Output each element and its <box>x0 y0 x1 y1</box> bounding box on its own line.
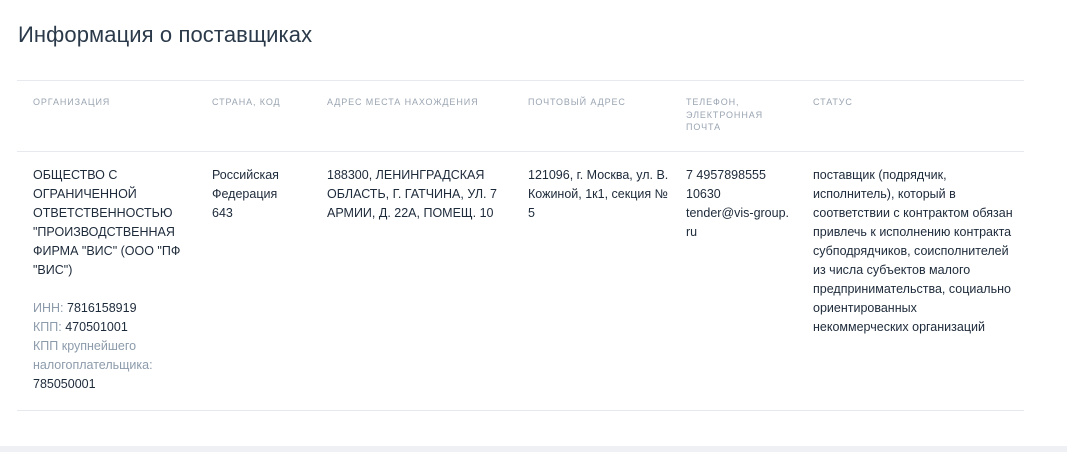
footer-band <box>0 446 1067 452</box>
section-title: Информация о поставщиках <box>18 22 313 47</box>
cell-status: поставщик (подрядчик, исполнитель), кото… <box>813 168 1013 334</box>
email: tender@vis-group.ru <box>686 206 790 239</box>
cell-postal-address: 121096, г. Москва, ул. В. Кожиной, 1к1, … <box>528 168 669 220</box>
kpp-line: КПП: 470501001 <box>33 318 183 337</box>
phone: 7 4957898555 10630 <box>686 168 766 201</box>
inn-value: 7816158919 <box>67 301 137 315</box>
organization-name: ОБЩЕСТВО С ОГРАНИЧЕННОЙ ОТВЕТСТВЕННОСТЬЮ… <box>33 168 181 277</box>
header-country: СТРАНА, КОД <box>212 97 281 107</box>
organization-details: ИНН: 7816158919 КПП: 470501001 КПП крупн… <box>33 299 183 394</box>
kpp-value: 470501001 <box>65 320 128 334</box>
cell-country: Российская Федерация 643 <box>212 166 307 223</box>
kpp-large-label: КПП крупнейшего налогоплательщика: <box>33 339 153 372</box>
header-location-address: АДРЕС МЕСТА НАХОЖДЕНИЯ <box>327 97 479 107</box>
country-name: Российская Федерация <box>212 168 279 201</box>
cell-location-address: 188300, ЛЕНИНГРАДСКАЯ ОБЛАСТЬ, Г. ГАТЧИН… <box>327 168 497 220</box>
header-contacts-line: ЭЛЕКТРОННАЯ <box>686 109 764 120</box>
header-contacts: ТЕЛЕФОН, ЭЛЕКТРОННАЯ ПОЧТА <box>686 96 791 134</box>
header-postal-address: ПОЧТОВЫЙ АДРЕС <box>528 97 626 107</box>
kpp-label: КПП: <box>33 320 62 334</box>
inn-line: ИНН: 7816158919 <box>33 299 183 318</box>
header-organization: ОРГАНИЗАЦИЯ <box>33 97 111 107</box>
header-contacts-line: ПОЧТА <box>686 122 721 132</box>
kpp-large-value: 785050001 <box>33 377 96 391</box>
suppliers-table: ОРГАНИЗАЦИЯ СТРАНА, КОД АДРЕС МЕСТА НАХО… <box>17 80 1024 411</box>
cell-contacts: 7 4957898555 10630 tender@vis-group.ru <box>686 166 791 242</box>
header-contacts-line: ТЕЛЕФОН, <box>686 97 740 107</box>
table-row: ОБЩЕСТВО С ОГРАНИЧЕННОЙ ОТВЕТСТВЕННОСТЬЮ… <box>17 152 1024 411</box>
cell-organization: ОБЩЕСТВО С ОГРАНИЧЕННОЙ ОТВЕТСТВЕННОСТЬЮ… <box>33 166 183 394</box>
table-header: ОРГАНИЗАЦИЯ СТРАНА, КОД АДРЕС МЕСТА НАХО… <box>17 81 1024 152</box>
country-code: 643 <box>212 206 233 220</box>
header-status: СТАТУС <box>813 97 853 107</box>
inn-label: ИНН: <box>33 301 64 315</box>
